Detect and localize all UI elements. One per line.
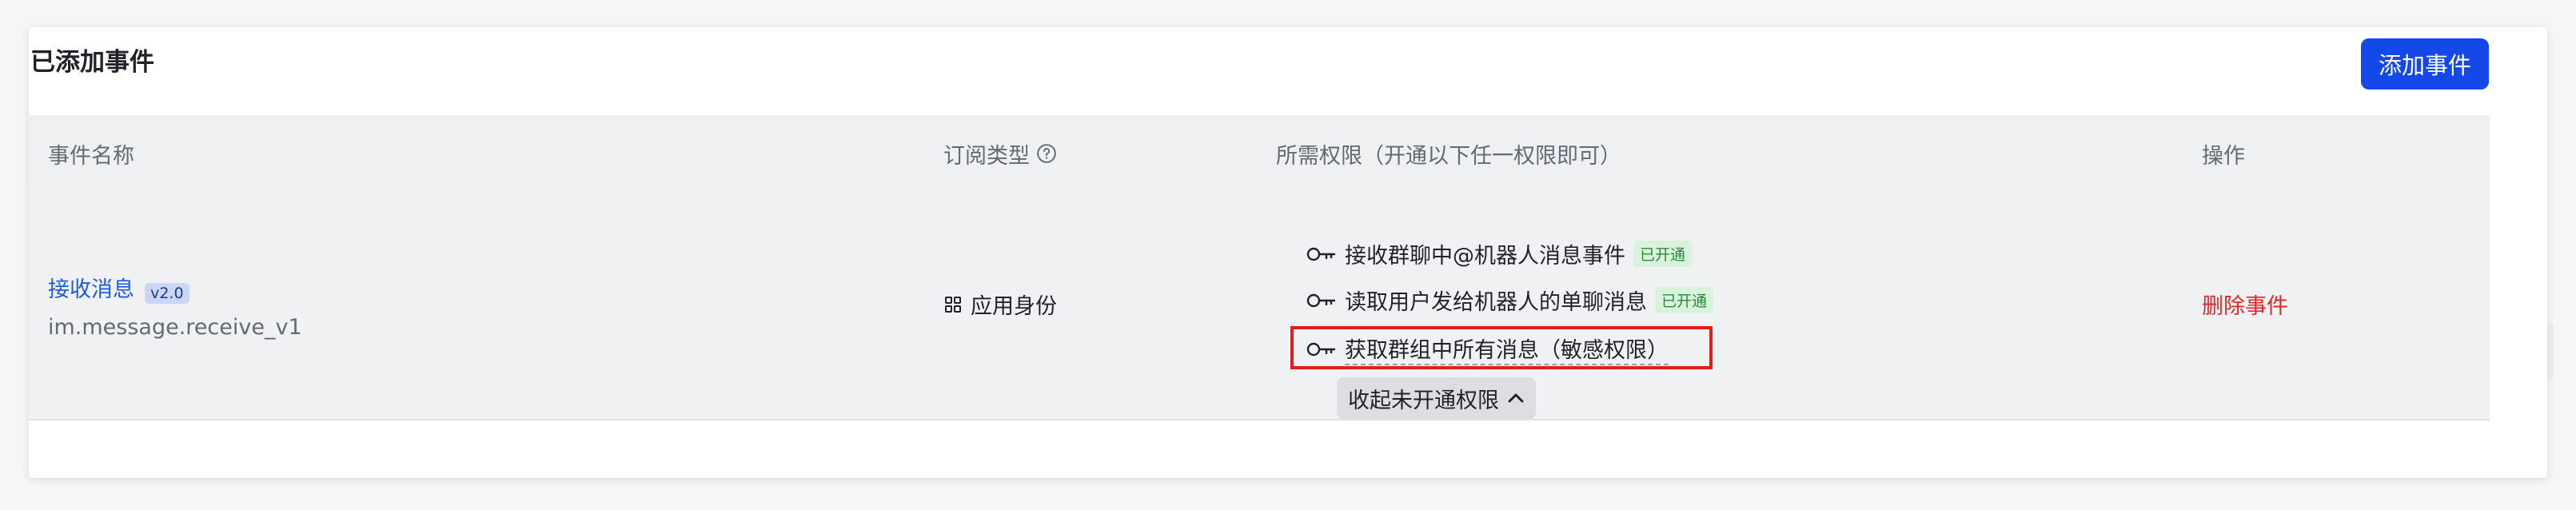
scrollbar[interactable] <box>2547 323 2554 379</box>
delete-event-link[interactable]: 删除事件 <box>2202 289 2288 320</box>
event-name-cell: 接收消息 v2.0 im.message.receive_v1 <box>48 272 302 340</box>
highlight-annotation-box <box>1290 326 1713 369</box>
header-event-name: 事件名称 <box>48 143 134 169</box>
header-subscription-type-label: 订阅类型 <box>943 143 1030 169</box>
permission-item: 接收群聊中@机器人消息事件 已开通 <box>1306 238 1693 269</box>
subscription-type-cell: 应用身份 <box>943 289 1057 320</box>
add-event-button[interactable]: 添加事件 <box>2361 38 2489 90</box>
event-key: im.message.receive_v1 <box>48 314 302 340</box>
status-badge: 已开通 <box>1655 287 1714 313</box>
header-permissions: 所需权限（开通以下任一权限即可） <box>1276 143 1621 169</box>
header-subscription-type: 订阅类型 <box>943 115 1057 192</box>
version-badge: v2.0 <box>145 282 189 304</box>
key-icon <box>1306 293 1335 307</box>
grid-icon <box>945 296 961 313</box>
table-row: 接收消息 v2.0 im.message.receive_v1 应用身份 删除事… <box>29 192 2490 420</box>
event-name-link[interactable]: 接收消息 <box>48 277 134 302</box>
collapse-label: 收起未开通权限 <box>1348 388 1499 413</box>
permission-label: 读取用户发给机器人的单聊消息 <box>1345 290 1647 315</box>
chevron-up-icon <box>1508 393 1524 403</box>
table-header: 事件名称 订阅类型 所需权限（开通以下任一权限即可） 操作 <box>29 115 2490 192</box>
header-actions: 操作 <box>2202 143 2245 169</box>
status-badge: 已开通 <box>1633 241 1693 267</box>
collapse-unopened-permissions-button[interactable]: 收起未开通权限 <box>1337 377 1536 419</box>
question-circle-icon[interactable] <box>1036 143 1057 164</box>
permission-label: 接收群聊中@机器人消息事件 <box>1345 244 1625 269</box>
key-icon <box>1306 247 1335 261</box>
subscription-type-label: 应用身份 <box>971 294 1057 319</box>
card-title: 已添加事件 <box>30 48 154 77</box>
permission-item: 读取用户发给机器人的单聊消息 已开通 <box>1306 285 1714 316</box>
events-table: 事件名称 订阅类型 所需权限（开通以下任一权限即可） 操作 接收消息 v2.0 … <box>29 115 2490 420</box>
